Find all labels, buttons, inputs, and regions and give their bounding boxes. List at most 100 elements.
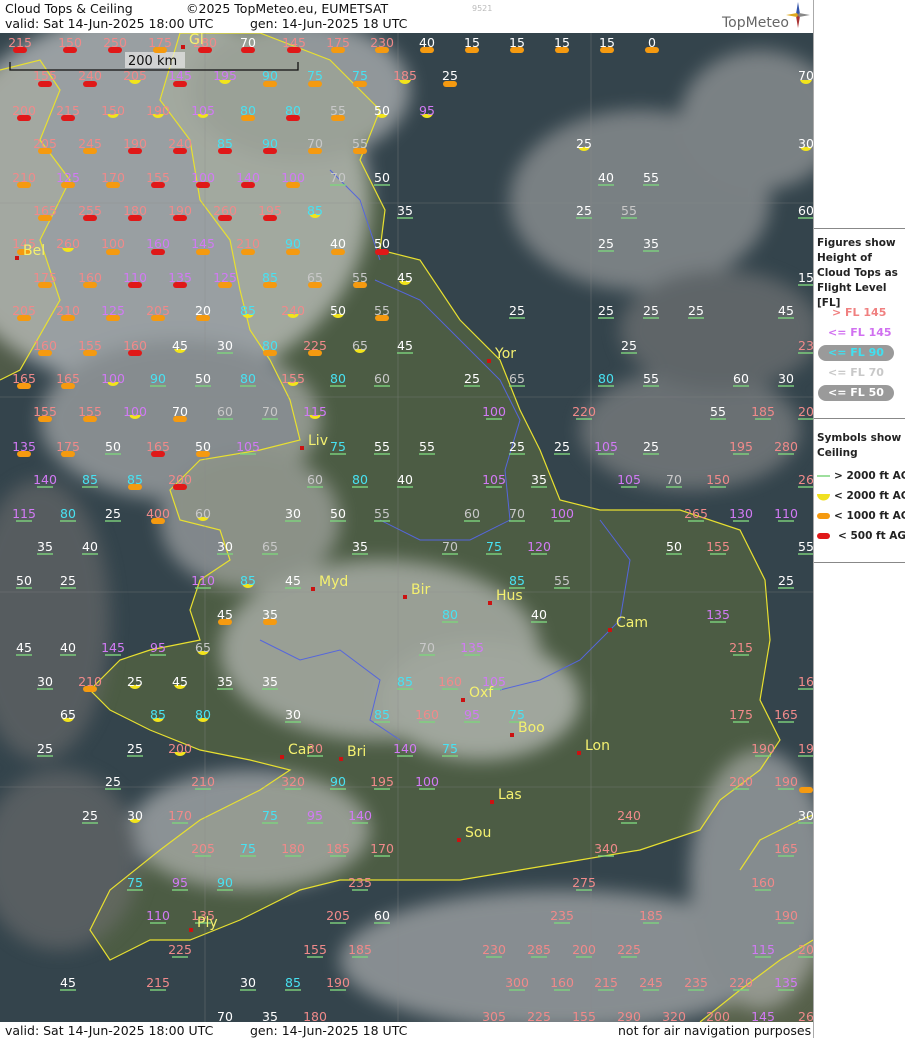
cloud-top-value: 215: [594, 975, 618, 990]
cloud-top-value: 25: [105, 774, 121, 789]
cloud-top-value: 90: [262, 136, 278, 151]
header: Cloud Tops & Ceiling ©2025 TopMeteo.eu, …: [0, 0, 813, 33]
city-marker[interactable]: [490, 800, 494, 804]
cloud-top-value: 50: [374, 236, 390, 251]
city-marker[interactable]: [311, 587, 315, 591]
legend-fl-50: <= FL 50: [828, 386, 884, 399]
city-marker[interactable]: [280, 755, 284, 759]
city-marker[interactable]: [181, 45, 185, 49]
city-label: Las: [498, 787, 522, 803]
cloud-top-value: 70: [262, 404, 278, 419]
city-marker[interactable]: [457, 838, 461, 842]
cloud-top-value: 145: [751, 1009, 775, 1022]
cloud-top-value: 55: [374, 439, 390, 454]
cloud-top-value: 85: [262, 270, 278, 285]
cloud-top-value: 50: [374, 103, 390, 118]
cloud-top-value: 225: [527, 1009, 551, 1022]
cloud-top-value: 65: [60, 707, 76, 722]
city-marker[interactable]: [608, 628, 612, 632]
map-code: 9521: [472, 4, 493, 13]
half-yellow-icon: [817, 494, 830, 501]
cloud-top-value: 75: [307, 68, 323, 83]
cloud-top-value: 25: [442, 68, 458, 83]
cloud-top-value: 95: [464, 707, 480, 722]
cloud-top-value: 30: [37, 674, 53, 689]
cloud-top-value: 105: [594, 439, 618, 454]
cloud-top-value: 160: [751, 875, 775, 890]
city-marker[interactable]: [461, 698, 465, 702]
cloud-top-value: 150: [706, 472, 730, 487]
cloud-top-value: 95: [307, 808, 323, 823]
cloud-top-value: 35: [37, 539, 53, 554]
city-marker[interactable]: [300, 446, 304, 450]
cloud-top-value: 190: [751, 741, 775, 756]
cloud-top-value: 55: [352, 136, 368, 151]
cloud-top-value: 80: [598, 371, 614, 386]
map-title: Cloud Tops & Ceiling: [5, 1, 133, 16]
cloud-top-value: 55: [643, 170, 659, 185]
cloud-top-value: 60: [374, 908, 390, 923]
cloud-top-value: 70: [666, 472, 682, 487]
cloud-top-value: 185: [639, 908, 663, 923]
cloud-top-value: 110: [191, 573, 215, 588]
scale-bar-label: 200 km: [128, 54, 177, 69]
cloud-top-value: 205: [123, 68, 147, 83]
cloud-top-value: 280: [774, 439, 798, 454]
cloud-top-value: 25: [37, 741, 53, 756]
legend-fl-145: <= FL 145: [828, 326, 892, 339]
cloud-top-value: 220: [729, 975, 753, 990]
city-marker[interactable]: [339, 757, 343, 761]
cloud-top-value: 70: [172, 404, 188, 419]
cloud-top-value: 30: [285, 506, 301, 521]
cloud-top-value: 45: [397, 338, 413, 353]
cloud-top-value: 175: [326, 35, 350, 50]
cloud-top-value: 100: [550, 506, 574, 521]
cloud-top-value: 25: [643, 439, 659, 454]
cloud-top-value: 80: [330, 371, 346, 386]
cloud-top-value: 215: [56, 103, 80, 118]
city-marker[interactable]: [510, 733, 514, 737]
copyright: ©2025 TopMeteo.eu, EUMETSAT: [186, 1, 389, 16]
city-label: Myd: [319, 574, 348, 590]
city-label: Yor: [494, 346, 516, 362]
cloud-top-value: 25: [127, 674, 143, 689]
city-marker[interactable]: [488, 601, 492, 605]
cloud-top-value: 80: [240, 103, 256, 118]
topmeteo-logo[interactable]: TopMeteo: [722, 15, 789, 31]
city-label: Bri: [347, 744, 366, 760]
cloud-top-value: 90: [217, 875, 233, 890]
cloud-top-value: 170: [370, 841, 394, 856]
cloud-top-value: 245: [639, 975, 663, 990]
cloud-top-value: 30: [798, 808, 813, 823]
disclaimer: not for air navigation purposes: [618, 1023, 812, 1038]
cloud-top-value: 55: [374, 303, 390, 318]
satellite-map[interactable]: 200 km 215 150 250 175 280 70 145 175 230 40 15 15 1…: [0, 33, 813, 1022]
cloud-top-value: 170: [101, 170, 125, 185]
cloud-top-value: 25: [576, 136, 592, 151]
cloud-top-value: 26: [798, 1009, 813, 1022]
city-marker[interactable]: [577, 751, 581, 755]
cloud-top-value: 155: [78, 404, 102, 419]
cloud-top-value: 200: [572, 942, 596, 957]
city-marker[interactable]: [487, 359, 491, 363]
cloud-top-value: 190: [774, 774, 798, 789]
cloud-top-value: 140: [236, 170, 260, 185]
cloud-top-value: 205: [191, 841, 215, 856]
city-marker[interactable]: [15, 256, 19, 260]
cloud-top-value: 60: [195, 506, 211, 521]
cloud-top-value: 140: [33, 472, 57, 487]
city-label: Car: [288, 742, 312, 758]
cloud-top-value: 35: [352, 539, 368, 554]
cloud-top-value: 90: [330, 774, 346, 789]
cloud-top-value: 175: [729, 707, 753, 722]
cloud-top-value: 25: [598, 303, 614, 318]
cloud-top-value: 25: [778, 573, 794, 588]
cloud-top-value: 45: [172, 674, 188, 689]
city-marker[interactable]: [189, 928, 193, 932]
city-marker[interactable]: [403, 595, 407, 599]
cloud-top-value: 135: [168, 270, 192, 285]
cloud-top-value: 70: [330, 170, 346, 185]
cloud-top-value: 155: [33, 68, 57, 83]
cloud-top-value: 65: [195, 640, 211, 655]
cloud-top-value: 135: [460, 640, 484, 655]
